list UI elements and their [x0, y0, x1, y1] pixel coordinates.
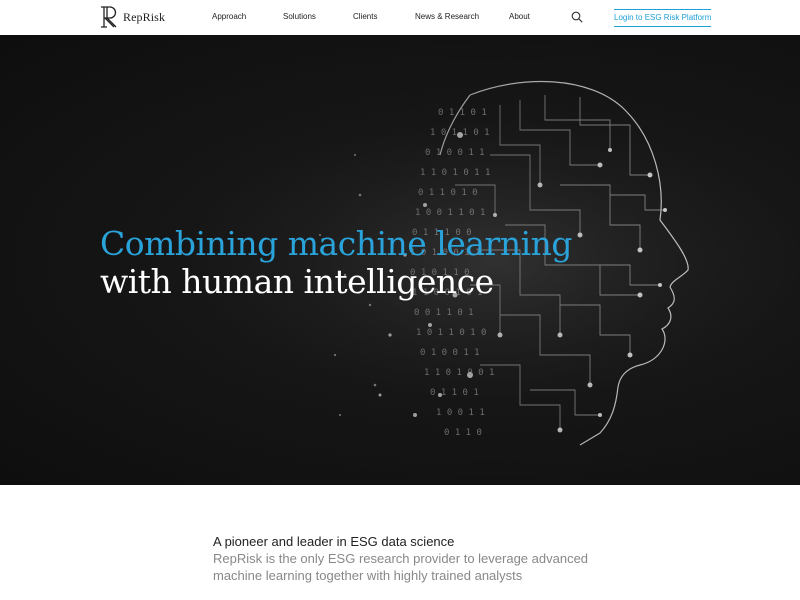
- svg-text:0 1 0 0 1 1: 0 1 0 0 1 1: [420, 348, 480, 358]
- search-icon[interactable]: [571, 11, 583, 23]
- nav-solutions[interactable]: Solutions: [283, 12, 316, 21]
- svg-text:1 0 1 1 0 1 0: 1 0 1 1 0 1 0: [416, 328, 486, 338]
- headline-line-1: Combining machine learning: [100, 224, 573, 263]
- intro-title: A pioneer and leader in ESG data science: [213, 534, 455, 549]
- login-button[interactable]: Login to ESG Risk Platform: [614, 9, 712, 27]
- svg-text:1 1 0 1 0 1 1: 1 1 0 1 0 1 1: [420, 168, 490, 178]
- svg-text:1 1 0 1 0 0 1: 1 1 0 1 0 0 1: [424, 368, 494, 378]
- svg-text:0 0 1 1 0 1: 0 0 1 1 0 1: [414, 308, 474, 318]
- nav-news-research[interactable]: News & Research: [415, 12, 479, 21]
- svg-text:1 0 1 1 0 1: 1 0 1 1 0 1: [430, 128, 490, 138]
- svg-text:0 1 1 0 1 0: 0 1 1 0 1 0: [418, 188, 478, 198]
- intro-section: A pioneer and leader in ESG data science…: [213, 533, 633, 584]
- site-header: RepRisk Approach Solutions Clients News …: [0, 0, 800, 35]
- intro-body: RepRisk is the only ESG research provide…: [213, 551, 589, 583]
- hero-headline: Combining machine learning with human in…: [100, 224, 573, 301]
- svg-text:0 1 0 0 1 1: 0 1 0 0 1 1: [425, 148, 485, 158]
- hero-banner: 0 1 1 0 1 1 0 1 1 0 1 0 1 0 0 1 1 1 1 0 …: [0, 35, 800, 485]
- svg-text:1 0 0 1 1: 1 0 0 1 1: [436, 408, 485, 418]
- svg-text:0 1 1 0 1: 0 1 1 0 1: [438, 108, 487, 118]
- nav-about[interactable]: About: [509, 12, 530, 21]
- headline-line-2: with human intelligence: [100, 262, 494, 301]
- nav-clients[interactable]: Clients: [353, 12, 377, 21]
- svg-text:0 1 1 0: 0 1 1 0: [444, 428, 482, 438]
- svg-text:0 1 1 0 1: 0 1 1 0 1: [430, 388, 479, 398]
- nav-approach[interactable]: Approach: [212, 12, 246, 21]
- svg-text:1 0 0 1 1 0 1: 1 0 0 1 1 0 1: [415, 208, 485, 218]
